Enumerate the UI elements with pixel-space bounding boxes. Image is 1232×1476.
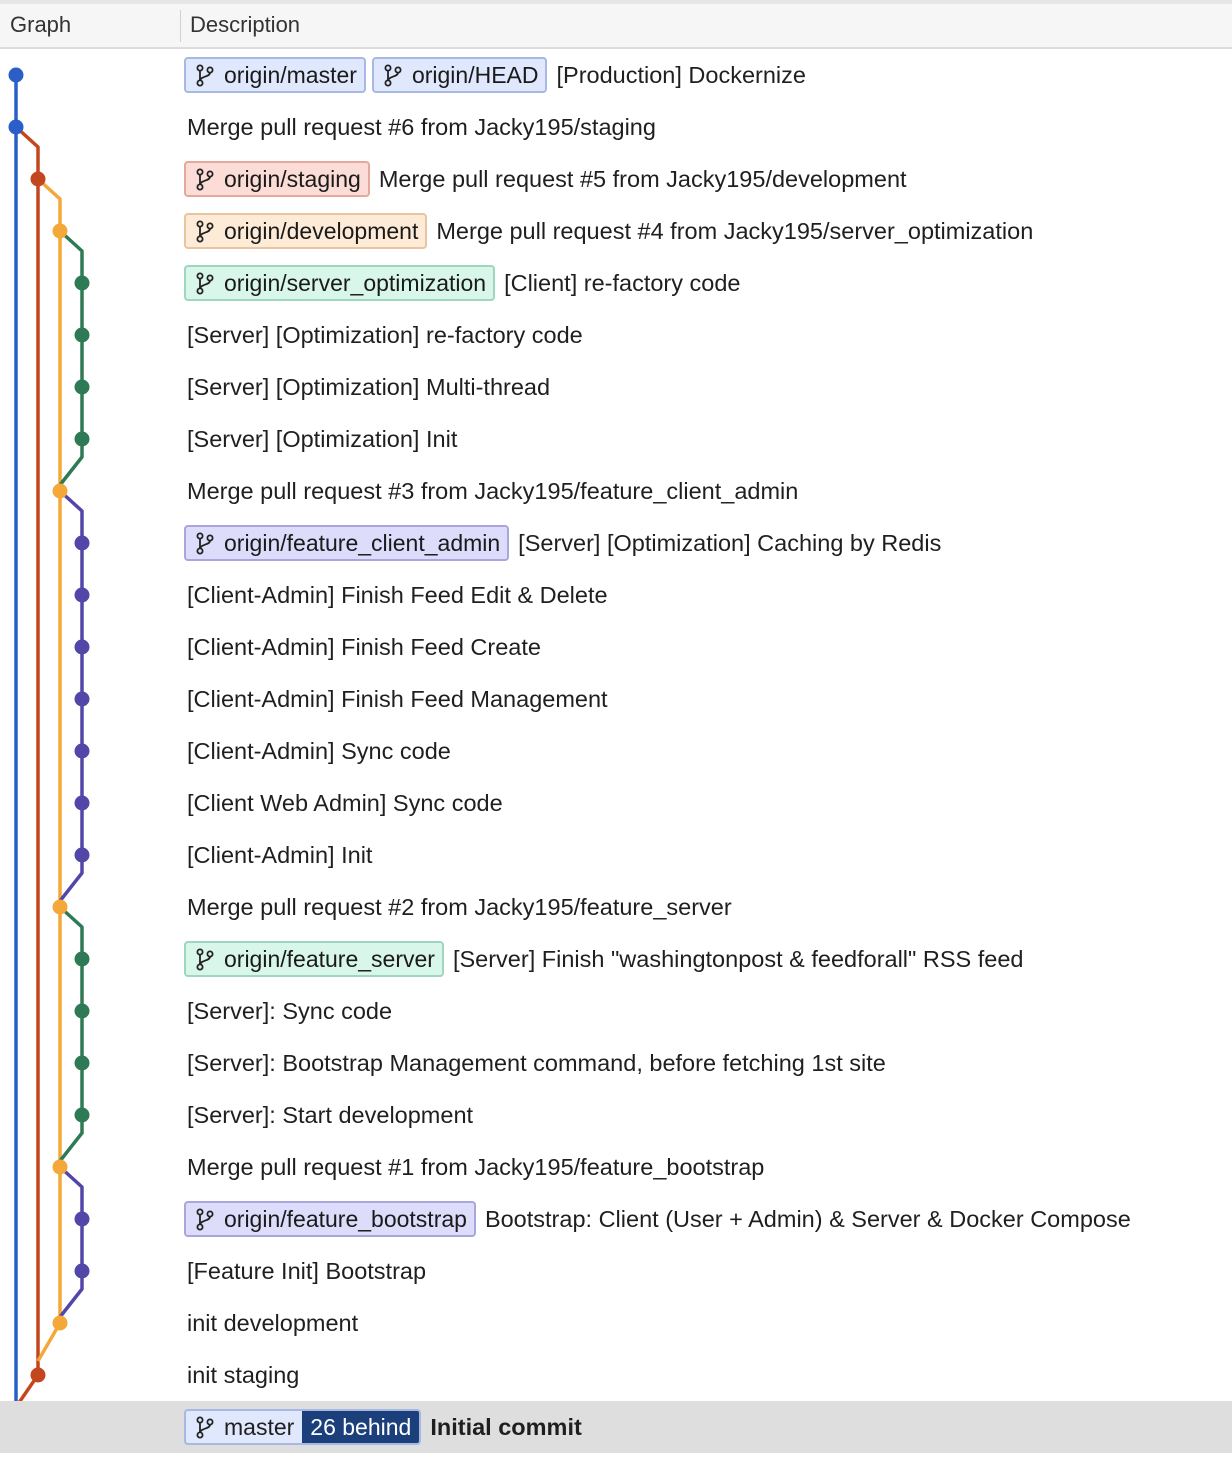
- commit-row[interactable]: [Server] [Optimization] Multi-thread: [0, 361, 1232, 413]
- commit-message: [Client-Admin] Finish Feed Edit & Delete: [187, 581, 608, 608]
- commit-row[interactable]: origin/staging Merge pull request #5 from…: [0, 153, 1232, 205]
- branch-badge[interactable]: master 26 behind: [184, 1409, 422, 1445]
- commit-message: [Server]: Start development: [187, 1101, 474, 1128]
- commit-message: [Server] [Optimization] Init: [187, 425, 458, 452]
- commit-message: [Server] [Optimization] re-factory code: [187, 321, 583, 348]
- branch-name: origin/feature_client_admin: [224, 529, 501, 556]
- branch-badge[interactable]: origin/master: [184, 57, 366, 93]
- branch-icon: [196, 1416, 214, 1439]
- commit-message: Merge pull request #3 from Jacky195/feat…: [187, 477, 799, 504]
- branch-icon: [196, 272, 214, 295]
- branch-name: origin/staging: [224, 165, 361, 192]
- commit-message: init staging: [187, 1361, 300, 1388]
- behind-count-badge: 26 behind: [302, 1411, 420, 1443]
- branch-badge[interactable]: origin/development: [184, 213, 428, 249]
- branch-badge[interactable]: origin/feature_client_admin: [184, 525, 510, 561]
- commit-message: [Feature Init] Bootstrap: [187, 1257, 427, 1284]
- commit-message: Merge pull request #1 from Jacky195/feat…: [187, 1153, 765, 1180]
- branch-name: origin/HEAD: [411, 61, 539, 88]
- commit-message: Merge pull request #5 from Jacky195/deve…: [378, 165, 907, 192]
- branch-icon: [196, 948, 214, 971]
- commit-message: Initial commit: [430, 1413, 582, 1440]
- commit-message: [Server] [Optimization] Caching by Redis: [518, 529, 942, 556]
- commit-row[interactable]: [Client Web Admin] Sync code: [0, 777, 1232, 829]
- commit-row[interactable]: origin/feature_client_admin [Server] [Opt…: [0, 517, 1232, 569]
- commit-message: Merge pull request #2 from Jacky195/feat…: [187, 893, 732, 920]
- branch-badge[interactable]: origin/server_optimization: [184, 265, 496, 301]
- commit-row[interactable]: origin/feature_server [Server] Finish "wa…: [0, 933, 1232, 985]
- commit-row[interactable]: Merge pull request #2 from Jacky195/feat…: [0, 881, 1232, 933]
- branch-name: origin/development: [224, 217, 419, 244]
- branch-badge[interactable]: origin/HEAD: [371, 57, 548, 93]
- commit-row[interactable]: Merge pull request #3 from Jacky195/feat…: [0, 465, 1232, 517]
- commit-row[interactable]: [Server] [Optimization] Init: [0, 413, 1232, 465]
- commit-row[interactable]: init development: [0, 1297, 1232, 1349]
- branch-icon: [196, 532, 214, 555]
- commit-row[interactable]: master 26 behind Initial commit: [0, 1401, 1232, 1453]
- branch-icon: [384, 64, 402, 87]
- branch-name: origin/feature_server: [224, 945, 435, 972]
- commit-message: Bootstrap: Client (User + Admin) & Serve…: [484, 1205, 1131, 1232]
- commit-message: [Client] re-factory code: [504, 269, 741, 296]
- commit-message: [Server]: Sync code: [187, 997, 393, 1024]
- branch-name: origin/feature_bootstrap: [224, 1205, 467, 1232]
- commit-row[interactable]: origin/server_optimization [Client] re-fa…: [0, 257, 1232, 309]
- commit-row[interactable]: [Server] [Optimization] re-factory code: [0, 309, 1232, 361]
- branch-name: origin/server_optimization: [224, 269, 487, 296]
- description-column-header[interactable]: Description: [190, 12, 300, 38]
- commit-message: [Server] Finish "washingtonpost & feedfo…: [452, 945, 1024, 972]
- commit-row[interactable]: origin/development Merge pull request #4 …: [0, 205, 1232, 257]
- branch-name: origin/master: [224, 61, 357, 88]
- commit-message: Merge pull request #6 from Jacky195/stag…: [187, 113, 656, 140]
- branch-badge[interactable]: origin/staging: [184, 161, 370, 197]
- commit-row[interactable]: [Server]: Bootstrap Management command, …: [0, 1037, 1232, 1089]
- commit-row[interactable]: [Client-Admin] Init: [0, 829, 1232, 881]
- commit-message: [Client-Admin] Init: [187, 841, 373, 868]
- commit-message: [Production] Dockernize: [556, 61, 806, 88]
- branch-badge[interactable]: origin/feature_bootstrap: [184, 1201, 476, 1237]
- column-divider[interactable]: [180, 10, 181, 42]
- commit-row[interactable]: [Client-Admin] Sync code: [0, 725, 1232, 777]
- commit-row[interactable]: [Server]: Sync code: [0, 985, 1232, 1037]
- branch-icon: [196, 1208, 214, 1231]
- commit-message: [Server]: Bootstrap Management command, …: [187, 1049, 886, 1076]
- branch-icon: [196, 168, 214, 191]
- commit-row[interactable]: [Feature Init] Bootstrap: [0, 1245, 1232, 1297]
- commit-list: origin/master origin/HEAD [Production] Doc…: [0, 49, 1232, 1453]
- commit-message: Merge pull request #4 from Jacky195/serv…: [436, 217, 1034, 244]
- commit-message: init development: [187, 1309, 359, 1336]
- commit-row[interactable]: [Client-Admin] Finish Feed Create: [0, 621, 1232, 673]
- column-header: Graph Description: [0, 0, 1232, 49]
- commit-message: [Server] [Optimization] Multi-thread: [187, 373, 551, 400]
- commit-row[interactable]: Merge pull request #1 from Jacky195/feat…: [0, 1141, 1232, 1193]
- commit-message: [Client-Admin] Sync code: [187, 737, 451, 764]
- commit-row[interactable]: init staging: [0, 1349, 1232, 1401]
- branch-badge[interactable]: origin/feature_server: [184, 941, 444, 977]
- commit-row[interactable]: origin/master origin/HEAD [Production] Doc…: [0, 49, 1232, 101]
- branch-icon: [196, 64, 214, 87]
- commit-message: [Client Web Admin] Sync code: [187, 789, 503, 816]
- branch-name: master: [224, 1413, 295, 1440]
- branch-icon: [196, 220, 214, 243]
- commit-row[interactable]: [Server]: Start development: [0, 1089, 1232, 1141]
- commit-message: [Client-Admin] Finish Feed Create: [187, 633, 541, 660]
- commit-row[interactable]: Merge pull request #6 from Jacky195/stag…: [0, 101, 1232, 153]
- commit-message: [Client-Admin] Finish Feed Management: [187, 685, 608, 712]
- commit-row[interactable]: [Client-Admin] Finish Feed Management: [0, 673, 1232, 725]
- commit-row[interactable]: [Client-Admin] Finish Feed Edit & Delete: [0, 569, 1232, 621]
- commit-row[interactable]: origin/feature_bootstrap Bootstrap: Clien…: [0, 1193, 1232, 1245]
